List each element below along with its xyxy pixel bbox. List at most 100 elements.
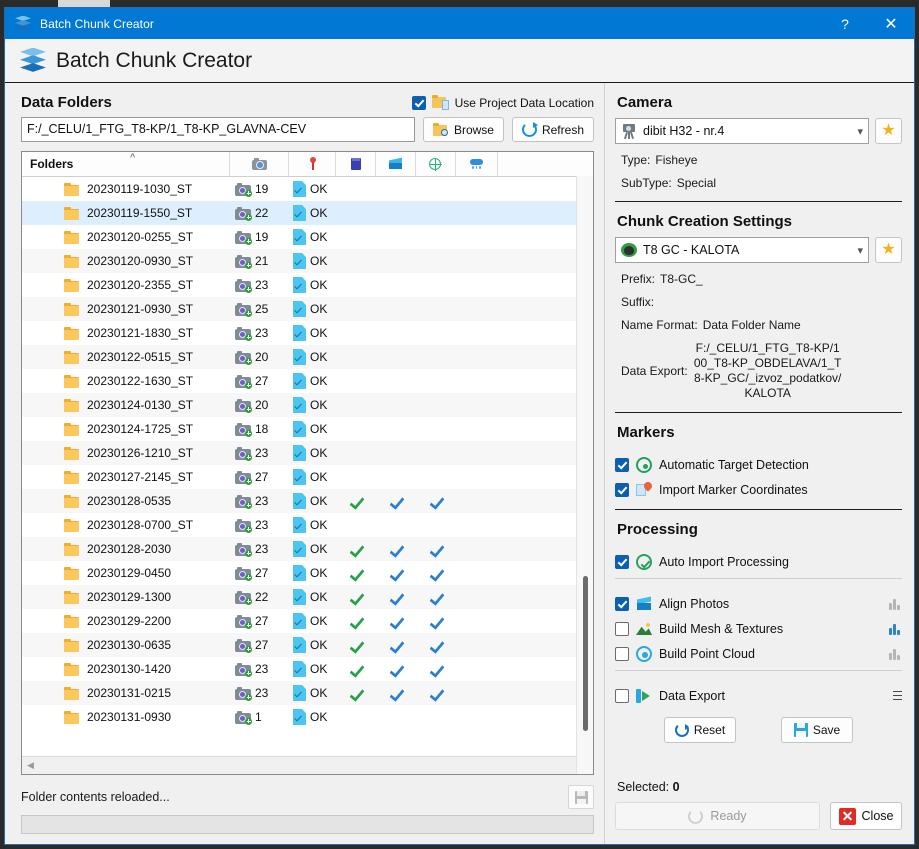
table-row[interactable]: 20230130-1420 23 OK [22, 657, 593, 681]
table-row[interactable]: 20230121-1830_ST 23 OK [22, 321, 593, 345]
column-header-book[interactable] [336, 152, 376, 176]
table-vertical-scrollbar[interactable] [576, 176, 593, 774]
build-point-cloud-settings-icon[interactable] [888, 648, 902, 660]
row-status-text: OK [310, 278, 328, 292]
table-row[interactable]: 20230131-0930 1 OK [22, 705, 593, 729]
build-mesh-settings-icon[interactable] [888, 623, 902, 635]
camera-add-icon [235, 710, 252, 725]
column-header-mesh[interactable] [416, 152, 456, 176]
reset-button[interactable]: Reset [664, 717, 736, 743]
table-row[interactable]: 20230129-0450 27 OK [22, 561, 593, 585]
camera-select[interactable]: dibit H32 - nr.4 ▾ [615, 118, 869, 144]
row-folder-name: 20230129-2200 [87, 614, 172, 628]
align-photos-settings-icon[interactable] [888, 598, 902, 610]
camera-add-icon [235, 182, 252, 197]
align-photos-checkbox[interactable] [615, 597, 629, 611]
chunk-preset-favorite-button[interactable]: ★ [875, 237, 902, 263]
table-row[interactable]: 20230124-1725_ST 18 OK [22, 417, 593, 441]
table-row[interactable]: 20230128-0700_ST 23 OK [22, 513, 593, 537]
data-export-checkbox[interactable] [615, 689, 629, 703]
scroll-left-arrow-icon[interactable]: ◀ [27, 760, 34, 771]
row-folder-name: 20230126-1210_ST [87, 446, 194, 460]
build-mesh-textures-checkbox[interactable] [615, 622, 629, 636]
row-check-align-cell [376, 543, 416, 556]
table-row[interactable]: 20230130-0635 27 OK [22, 633, 593, 657]
folders-table-body[interactable]: 20230119-1030_ST 19 OK 20230119-1550_ST 22 OK… [22, 177, 593, 756]
row-photo-count: 19 [255, 182, 269, 196]
refresh-button[interactable]: Refresh [511, 117, 594, 142]
marker-import-coordinates[interactable]: Import Marker Coordinates [615, 480, 902, 498]
marker-automatic-target-detection[interactable]: Automatic Target Detection [615, 457, 902, 473]
data-export-settings-icon[interactable] [887, 690, 902, 702]
row-status-cell: OK [289, 421, 336, 437]
table-row[interactable]: 20230131-0215 23 OK [22, 681, 593, 705]
table-row[interactable]: 20230122-0515_ST 20 OK [22, 345, 593, 369]
refresh-icon [521, 122, 538, 137]
column-header-folders[interactable]: Folders ^ [22, 152, 230, 176]
help-button[interactable]: ? [822, 8, 868, 39]
table-row[interactable]: 20230122-1630_ST 27 OK [22, 369, 593, 393]
close-window-button[interactable]: ✕ [868, 8, 914, 39]
table-row[interactable]: 20230128-2030 23 OK [22, 537, 593, 561]
column-header-point-cloud[interactable] [456, 152, 498, 176]
data-export-value: F:/_CELU/1_FTG_T8-KP/100_T8-KP_OBDELAVA/… [693, 341, 842, 400]
table-row[interactable]: 20230129-2200 27 OK [22, 609, 593, 633]
table-row[interactable]: 20230121-0930_ST 25 OK [22, 297, 593, 321]
align-photos-row[interactable]: Align Photos [615, 596, 902, 612]
row-folder-cell: 20230128-0535 [22, 494, 230, 508]
screen: Batch Chunk Creator ? ✕ Batch Chunk Crea… [0, 0, 919, 849]
row-folder-cell: 20230130-1420 [22, 662, 230, 676]
build-point-cloud-checkbox[interactable] [615, 647, 629, 661]
table-row[interactable]: 20230127-2145_ST 27 OK [22, 465, 593, 489]
column-header-markers[interactable] [289, 152, 336, 176]
row-photo-count-cell: 1 [230, 710, 289, 725]
camera-add-icon [235, 590, 252, 605]
ready-button[interactable]: Ready [615, 802, 820, 830]
table-row[interactable]: 20230124-0130_ST 20 OK [22, 393, 593, 417]
automatic-target-detection-checkbox[interactable] [615, 458, 629, 472]
table-row[interactable]: 20230119-1030_ST 19 OK [22, 177, 593, 201]
row-status-text: OK [310, 230, 328, 244]
camera-add-icon [235, 662, 252, 677]
table-row[interactable]: 20230126-1210_ST 23 OK [22, 441, 593, 465]
table-row[interactable]: 20230120-0255_ST 19 OK [22, 225, 593, 249]
row-status-cell: OK [289, 661, 336, 677]
build-point-cloud-row[interactable]: Build Point Cloud [615, 646, 902, 662]
table-row[interactable]: 20230119-1550_ST 22 OK [22, 201, 593, 225]
table-horizontal-scrollbar[interactable]: ◀ ▶ [22, 756, 593, 774]
data-export-row[interactable]: Data Export [615, 688, 902, 704]
camera-row: dibit H32 - nr.4 ▾ ★ [615, 118, 902, 144]
close-dialog-button[interactable]: Close [830, 802, 902, 830]
table-row[interactable]: 20230129-1300 22 OK [22, 585, 593, 609]
auto-import-processing-checkbox[interactable] [615, 555, 629, 569]
table-row[interactable]: 20230128-0535 23 OK [22, 489, 593, 513]
cube-icon [636, 596, 652, 612]
row-check-align-cell [376, 591, 416, 604]
table-row[interactable]: 20230120-2355_ST 23 OK [22, 273, 593, 297]
column-header-align[interactable] [376, 152, 416, 176]
vertical-scrollbar-thumb[interactable] [583, 576, 588, 731]
data-folder-path-input[interactable]: F:/_CELU/1_FTG_T8-KP/1_T8-KP_GLAVNA-CEV [21, 117, 415, 142]
row-folder-name: 20230128-0535 [87, 494, 172, 508]
checkmark-icon [388, 591, 404, 604]
table-row[interactable]: 20230120-0930_ST 21 OK [22, 249, 593, 273]
divider-chunk [615, 412, 902, 413]
save-button[interactable]: Save [781, 717, 853, 743]
save-log-button[interactable] [568, 785, 594, 809]
camera-type-row: Type: Fisheye [621, 153, 902, 167]
use-project-data-location-checkbox[interactable] [411, 95, 426, 110]
chunk-preset-select[interactable]: T8 GC - KALOTA ▾ [615, 237, 869, 263]
browse-button[interactable]: Browse [422, 117, 504, 142]
star-icon: ★ [881, 241, 896, 258]
checkmark-icon [348, 687, 364, 700]
row-photo-count: 27 [255, 470, 269, 484]
row-status-text: OK [310, 446, 328, 460]
camera-favorite-button[interactable]: ★ [875, 118, 902, 144]
row-photo-count-cell: 25 [230, 302, 289, 317]
row-folder-cell: 20230127-2145_ST [22, 470, 230, 484]
build-mesh-textures-row[interactable]: Build Mesh & Textures [615, 621, 902, 637]
import-marker-coordinates-checkbox[interactable] [615, 483, 629, 497]
column-header-camera[interactable] [230, 152, 289, 176]
row-check-book-cell [336, 615, 376, 628]
auto-import-processing-row[interactable]: Auto Import Processing [615, 554, 902, 570]
